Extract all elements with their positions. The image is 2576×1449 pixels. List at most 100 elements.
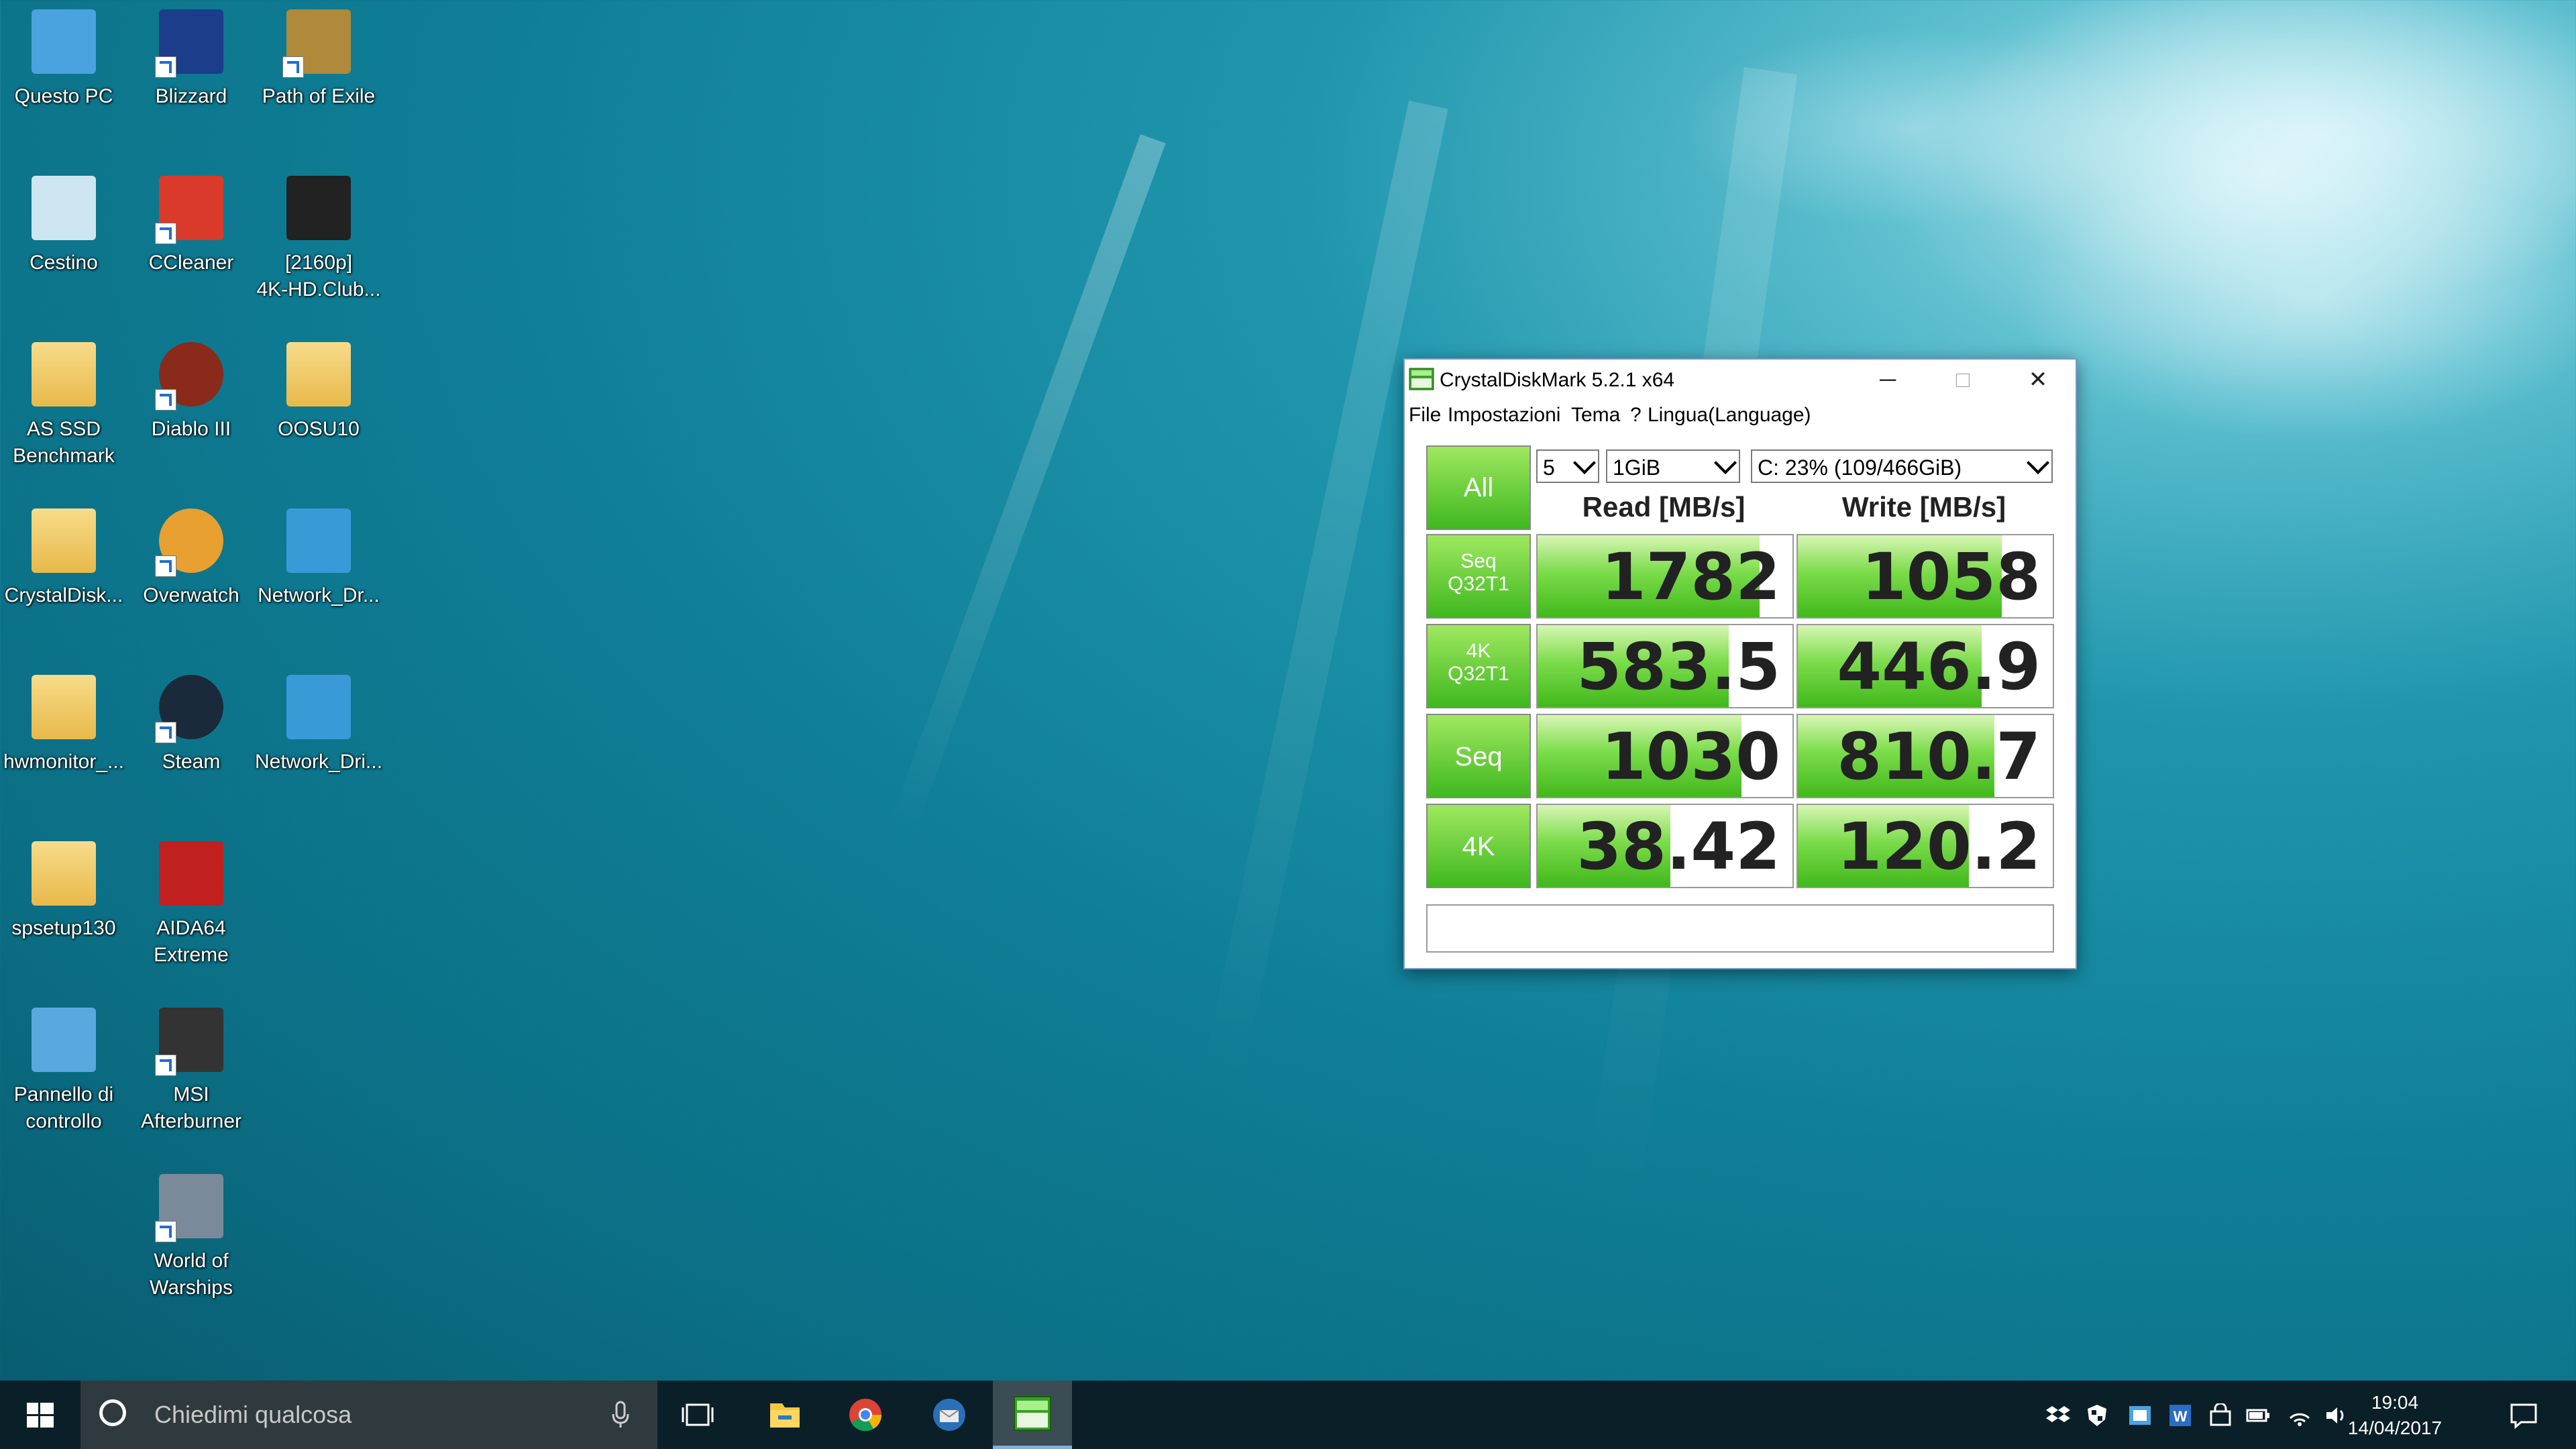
taskbar: Chiedimi qualcosa W 19:04 14/04/2017 xyxy=(0,1381,2576,1449)
defender-shield-icon[interactable] xyxy=(2085,1403,2109,1428)
desktop-icon-msi-afterburner[interactable]: MSI Afterburner xyxy=(127,998,255,1159)
security-icon[interactable] xyxy=(2208,1403,2233,1428)
desktop-icon-world-of-warships[interactable]: World of Warships xyxy=(127,1165,255,1326)
thunderbird-icon[interactable] xyxy=(916,1381,983,1449)
word-icon[interactable]: W xyxy=(2168,1403,2192,1428)
status-bar xyxy=(1426,904,2054,953)
windows-start-icon[interactable] xyxy=(0,1381,80,1449)
write-result-cell: 446.9 xyxy=(1796,624,2054,708)
read-result-cell: 583.5 xyxy=(1536,624,1794,708)
ccleaner-icon xyxy=(155,176,223,244)
chrome-icon[interactable] xyxy=(832,1381,899,1449)
clock-time: 19:04 xyxy=(2371,1392,2419,1413)
crystaldiskmark-taskbar-icon xyxy=(1014,1396,1051,1431)
write-result-value: 446.9 xyxy=(1837,629,2041,704)
menu-impostazioni[interactable]: Impostazioni xyxy=(1448,404,1560,427)
desktop-icon-pannello-di-controllo[interactable]: Pannello di controllo xyxy=(0,998,127,1159)
folder-icon xyxy=(32,675,96,739)
crystaldiskmark-app-icon xyxy=(1409,368,1434,390)
desktop-icon-overwatch[interactable]: Overwatch xyxy=(127,499,255,660)
desktop-icon-aida64-extreme[interactable]: AIDA64 Extreme xyxy=(127,832,255,993)
desktop-icon-label: AS SSD Benchmark xyxy=(13,418,115,467)
desktop-icon-label: Pannello di controllo xyxy=(13,1083,114,1132)
desktop-icon-ccleaner[interactable]: CCleaner xyxy=(127,166,255,327)
desktop-icon-spsetup130[interactable]: spsetup130 xyxy=(0,832,127,993)
battery-icon[interactable] xyxy=(2246,1403,2270,1428)
file-explorer-icon[interactable] xyxy=(751,1381,818,1449)
window-title: CrystalDiskMark 5.2.1 x64 xyxy=(1440,369,1675,391)
test-label: Seq xyxy=(1460,550,1497,572)
read-header: Read [MB/s] xyxy=(1582,491,1746,523)
wifi-icon[interactable] xyxy=(2288,1403,2312,1428)
desktop-icon-label: hwmonitor_... xyxy=(3,751,125,773)
desktop-icon-steam[interactable]: Steam xyxy=(127,665,255,826)
folder-icon xyxy=(32,508,96,573)
chevron-down-icon xyxy=(1714,451,1737,474)
menu-tema[interactable]: Tema xyxy=(1571,404,1620,427)
desktop-icon-diablo-iii[interactable]: Diablo III xyxy=(127,333,255,494)
microphone-icon[interactable] xyxy=(610,1401,631,1429)
test-size-value: 1GiB xyxy=(1613,455,1661,480)
crystaldiskmark-taskbar-button[interactable] xyxy=(993,1381,1072,1449)
write-result-cell: 1058 xyxy=(1796,534,2054,619)
desktop-icon-label: Steam xyxy=(162,751,221,773)
test-button-4[interactable]: 4K xyxy=(1426,804,1531,888)
desktop-icon-label: CrystalDisk... xyxy=(4,584,123,606)
test-button-3[interactable]: Seq xyxy=(1426,714,1531,798)
dropbox-icon[interactable] xyxy=(2046,1403,2070,1428)
shortcut-arrow-icon xyxy=(155,555,176,577)
system-clock[interactable]: 19:04 14/04/2017 xyxy=(2334,1390,2455,1441)
wave-foam xyxy=(1945,0,2576,309)
cortana-icon xyxy=(99,1399,126,1426)
write-result-value: 810.7 xyxy=(1837,719,2041,794)
search-placeholder: Chiedimi qualcosa xyxy=(154,1401,352,1428)
desktop-icon-hwmonitor[interactable]: hwmonitor_... xyxy=(0,665,127,826)
world-of-warships-icon xyxy=(155,1174,223,1242)
maximize-button[interactable]: □ xyxy=(1925,360,2000,400)
network-utility-icon[interactable] xyxy=(2128,1403,2152,1428)
test-button-2[interactable]: 4K Q32T1 xyxy=(1426,624,1531,708)
read-result-value: 1030 xyxy=(1601,719,1780,794)
action-center-icon[interactable] xyxy=(2509,1402,2538,1429)
desktop-icon-path-of-exile[interactable]: Path of Exile xyxy=(255,0,382,161)
title-bar[interactable]: CrystalDiskMark 5.2.1 x64 ─ □ ✕ xyxy=(1405,360,2076,400)
folder-icon xyxy=(32,841,96,906)
shortcut-arrow-icon xyxy=(155,56,176,78)
desktop-icon-as-ssd-benchmark[interactable]: AS SSD Benchmark xyxy=(0,333,127,494)
drive-select[interactable]: C: 23% (109/466GiB) xyxy=(1751,449,2053,483)
network-driver-icon xyxy=(286,508,351,573)
test-label: 4K xyxy=(1462,832,1495,861)
shortcut-arrow-icon xyxy=(282,56,304,78)
task-view-icon[interactable] xyxy=(671,1381,724,1449)
test-size-select[interactable]: 1GiB xyxy=(1606,449,1740,483)
desktop-icon-label: Cestino xyxy=(30,252,98,274)
read-result-value: 583.5 xyxy=(1576,629,1780,704)
desktop-icon-label: Questo PC xyxy=(14,85,113,107)
desktop-icon-blizzard[interactable]: Blizzard xyxy=(127,0,255,161)
desktop-icon-label: Network_Dri... xyxy=(255,751,383,773)
menu-file[interactable]: File xyxy=(1409,404,1441,427)
menu-help[interactable]: ? xyxy=(1630,404,1642,427)
this-pc-icon xyxy=(32,9,96,74)
menu-language[interactable]: Lingua(Language) xyxy=(1648,404,1811,427)
desktop-icon-crystaldisk[interactable]: CrystalDisk... xyxy=(0,499,127,660)
write-result-cell: 810.7 xyxy=(1796,714,2054,798)
desktop-icon-network-driver-2[interactable]: Network_Dri... xyxy=(255,665,382,826)
shortcut-arrow-icon xyxy=(155,722,176,743)
clock-date: 14/04/2017 xyxy=(2347,1417,2443,1438)
test-button-1[interactable]: Seq Q32T1 xyxy=(1426,534,1531,619)
desktop-icon-cestino[interactable]: Cestino xyxy=(0,166,127,327)
desktop-icon-questo-pc[interactable]: Questo PC xyxy=(0,0,127,161)
close-button[interactable]: ✕ xyxy=(2000,360,2076,400)
desktop-icon-oosu10[interactable]: OOSU10 xyxy=(255,333,382,494)
msi-afterburner-icon xyxy=(155,1008,223,1076)
read-result-cell: 38.42 xyxy=(1536,804,1794,888)
desktop-icon-4k-hd-club[interactable]: [2160p] 4K-HD.Club... xyxy=(255,166,382,327)
cortana-search-box[interactable]: Chiedimi qualcosa xyxy=(80,1381,657,1449)
test-count-select[interactable]: 5 xyxy=(1536,449,1599,483)
write-result-value: 1058 xyxy=(1861,539,2041,614)
desktop-icon-network-driver-1[interactable]: Network_Dr... xyxy=(255,499,382,660)
minimize-button[interactable]: ─ xyxy=(1850,360,1925,400)
read-result-cell: 1782 xyxy=(1536,534,1794,619)
all-button[interactable]: All xyxy=(1426,445,1531,530)
